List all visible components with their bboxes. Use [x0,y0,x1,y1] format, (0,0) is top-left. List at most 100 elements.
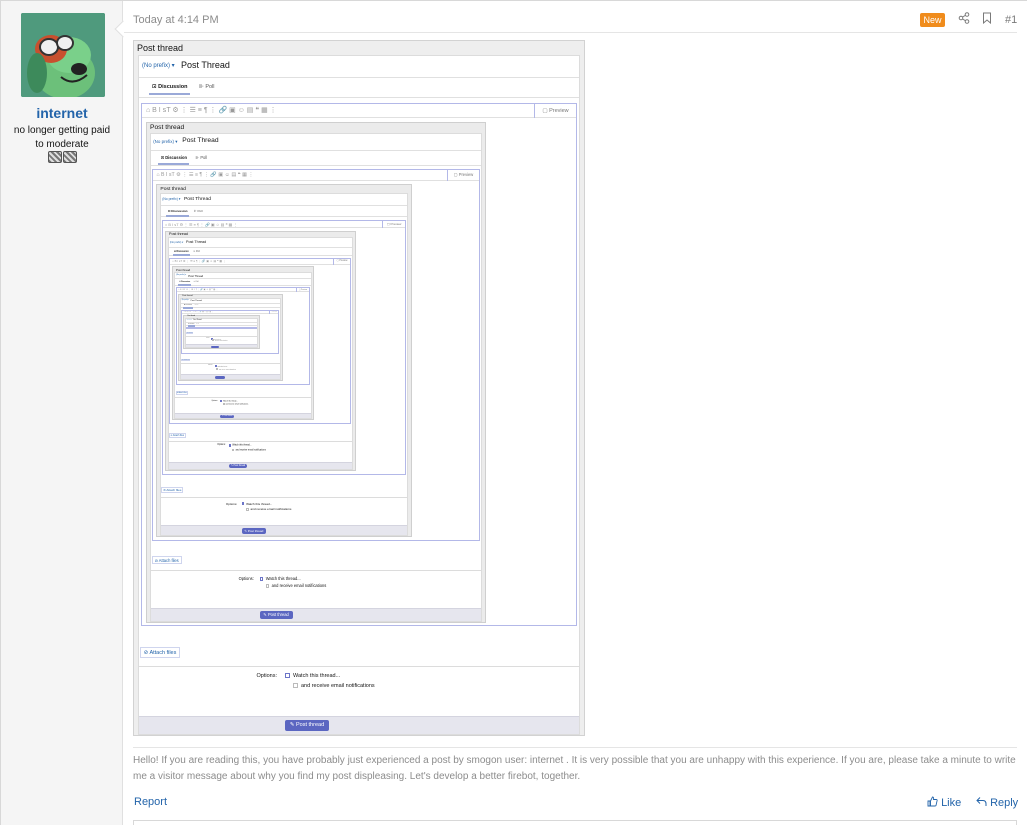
rich-text-editor[interactable]: ⌂ B I ꜱT ⚙ ⋮ ☰ ≡ ¶ ⋮ 🔗 ▣ ☺ ▤ ❝ ▦ ⋮▢ Prev… [175,287,310,385]
like-label: Like [941,797,962,809]
email-notifications-checkbox[interactable]: and receive email notifications [222,403,248,406]
tab-poll[interactable]: ⊪ Poll [196,155,208,160]
prefix-dropdown[interactable]: (No prefix) ▾ [182,300,189,301]
thread-title-input[interactable]: Post Thread [182,137,218,144]
divider [133,747,1017,748]
tab-poll[interactable]: ⊪ Poll [194,281,199,283]
post-thread-submit-button[interactable]: ✎ Post thread [210,345,219,348]
editor-toolbar[interactable]: ⌂ B I ꜱT ⚙ ⋮ ☰ ≡ ¶ ⋮ 🔗 ▣ ☺ ▤ ❝ ▦ ⋮ [170,259,351,265]
post-thread-submit-button[interactable]: ✎ Post thread [214,376,225,379]
thread-title-row[interactable]: (No prefix) ▾ Post Thread [139,56,579,78]
thread-title-row[interactable]: (No prefix) ▾ Post Thread [175,273,311,280]
prefix-dropdown[interactable]: (No prefix) ▾ [170,241,183,244]
username[interactable]: internet [1,105,123,121]
attach-files-button[interactable]: ⊘ Attach files [186,332,194,335]
preview-button[interactable]: ▢ Preview [332,258,350,265]
attach-files-button[interactable]: ⊘ Attach files [169,433,186,438]
tab-discussion[interactable]: ⊡ Discussion [172,250,190,257]
attach-files-button[interactable]: ⊘ Attach files [140,647,180,658]
rich-text-editor[interactable]: ⌂ B I ꜱT ⚙ ⋮ ☰ ≡ ¶ ⋮ 🔗 ▣ ☺ ▤ ❝ ▦ ⋮▢ Prev… [169,257,352,425]
post-thread-submit-button[interactable]: ✎ Post thread [228,463,248,469]
form-body: (No prefix) ▾Post Thread⊡ Discussion⊪ Po… [185,318,258,349]
attach-files-button[interactable]: ⊘ Attach files [175,391,188,395]
thread-title-input[interactable]: Post Thread [188,274,203,278]
preview-button[interactable]: ▢ Preview [447,170,478,181]
thread-title-input[interactable]: Post Thread [193,320,201,321]
tab-poll[interactable]: ⊪ Poll [195,305,199,306]
post-thread-submit-button[interactable]: ✎ Post thread [241,527,267,534]
attach-files-button[interactable]: ⊘ Attach files [181,358,191,362]
watch-thread-checkbox[interactable]: Watch this thread... [228,444,252,447]
thread-title-input[interactable]: Post Thread [191,300,202,302]
thread-title-row[interactable]: (No prefix) ▾ Post Thread [160,194,408,206]
post-thread-submit-button[interactable]: ✎ Post thread [220,414,234,419]
thread-title-row[interactable]: (No prefix) ▾ Post Thread [150,134,482,151]
post-timestamp[interactable]: Today at 4:14 PM [133,14,219,26]
preview-button[interactable]: ▢ Preview [296,288,309,293]
prefix-dropdown[interactable]: (No prefix) ▾ [142,62,175,69]
email-notifications-checkbox[interactable]: and receive email notifications [232,448,266,451]
rich-text-editor[interactable]: ⌂ B I ꜱT ⚙ ⋮ ☰ ≡ ¶ ⋮ 🔗 ▣ ☺ ▤ ❝ ▦ ⋮▢ Prev… [141,103,577,626]
rich-text-editor[interactable]: ⌂ B I ꜱT ⚙ ⋮ ☰ ≡ ¶ ⋮ 🔗 ▣ ☺ ▤ ❝ ▦ ⋮▢ Prev… [186,327,257,330]
editor-toolbar[interactable]: ⌂ B I ꜱT ⚙ ⋮ ☰ ≡ ¶ ⋮ 🔗 ▣ ☺ ▤ ❝ ▦ ⋮ [153,170,479,181]
tab-discussion[interactable]: ⊡ Discussion [183,305,193,309]
reply-button[interactable]: Reply [976,796,1018,809]
thread-title-row[interactable]: (No prefix) ▾ Post Thread [186,319,257,323]
watch-thread-checkbox[interactable]: Watch this thread... [259,576,301,581]
editor-toolbar[interactable]: ⌂ B I ꜱT ⚙ ⋮ ☰ ≡ ¶ ⋮ 🔗 ▣ ☺ ▤ ❝ ▦ ⋮ [162,221,406,229]
tab-poll[interactable]: ⊪ Poll [194,209,203,213]
email-notifications-checkbox[interactable]: and receive email notifications [293,683,375,689]
prefix-dropdown[interactable]: (No prefix) ▾ [162,197,180,201]
editor-tabs: ⊡ Discussion ⊪ Poll [150,154,482,166]
like-button[interactable]: Like [927,796,961,809]
editor-toolbar[interactable]: ⌂ B I ꜱT ⚙ ⋮ ☰ ≡ ¶ ⋮ 🔗 ▣ ☺ ▤ ❝ ▦ ⋮ [142,104,576,118]
thread-title-input[interactable]: Post Thread [181,60,230,70]
user-pane: internet no longer getting paid to moder… [1,1,123,825]
tab-discussion[interactable]: ⊡ Discussion [166,209,190,217]
prefix-dropdown[interactable]: (No prefix) ▾ [153,139,177,145]
rich-text-editor[interactable]: ⌂ B I ꜱT ⚙ ⋮ ☰ ≡ ¶ ⋮ 🔗 ▣ ☺ ▤ ❝ ▦ ⋮▢ Prev… [152,169,480,541]
thread-title-row[interactable]: (No prefix) ▾ Post Thread [181,299,280,304]
email-notifications-checkbox[interactable]: and receive email notifications [212,339,227,342]
email-notifications-checkbox[interactable]: and receive email notifications [265,583,326,588]
post-number[interactable]: #1 [1005,14,1017,26]
share-icon[interactable] [957,12,971,26]
email-notifications-checkbox[interactable]: and receive email notifications [246,507,291,511]
thumbs-up-icon [927,796,938,807]
preview-button[interactable]: ▢ Preview [268,310,279,314]
preview-button[interactable]: ▢ Preview [534,104,576,118]
preview-button[interactable]: ▢ Preview [248,328,255,329]
watch-thread-checkbox[interactable]: Watch this thread... [241,502,272,506]
editor-toolbar[interactable]: ⌂ B I ꜱT ⚙ ⋮ ☰ ≡ ¶ ⋮ 🔗 ▣ ☺ ▤ ❝ ▦ ⋮ [176,288,309,293]
post-thread-submit-button[interactable]: ✎ Post thread [285,720,329,731]
avatar[interactable] [21,13,105,97]
preview-button[interactable]: ▢ Preview [381,220,405,229]
thread-title-input[interactable]: Post Thread [184,196,211,202]
tab-discussion[interactable]: ⊡ Discussion [158,155,190,165]
bookmark-icon[interactable] [980,12,994,26]
tab-poll[interactable]: ⊪ Poll [196,324,199,325]
tab-discussion[interactable]: ⊡ Discussion [149,84,191,95]
report-link[interactable]: Report [134,796,167,808]
rich-text-editor[interactable]: ⌂ B I ꜱT ⚙ ⋮ ☰ ≡ ¶ ⋮ 🔗 ▣ ☺ ▤ ❝ ▦ ⋮▢ Prev… [161,219,407,476]
tab-poll[interactable]: ⊪ Poll [193,250,199,253]
editor-tabs: ⊡ Discussion ⊪ Poll [139,82,579,98]
prefix-dropdown[interactable]: (No prefix) ▾ [176,274,186,276]
badge-icon [63,151,77,163]
editor-tabs: ⊡ Discussion⊪ Poll [175,281,311,287]
watch-thread-checkbox[interactable]: Watch this thread... [285,673,340,679]
attach-files-button[interactable]: ⊘ Attach files [161,486,184,493]
watch-thread-checkbox[interactable]: Watch this thread... [220,400,238,403]
editor-toolbar[interactable]: ⌂ B I ꜱT ⚙ ⋮ ☰ ≡ ¶ ⋮ 🔗 ▣ ☺ ▤ ❝ ▦ ⋮ [187,328,255,329]
embedded-screenshot[interactable]: Post thread (No prefix) ▾ Post Thread ⊡ Dis… [133,40,585,736]
tab-poll[interactable]: ⊪ Poll [199,84,215,90]
rich-text-editor[interactable]: ⌂ B I ꜱT ⚙ ⋮ ☰ ≡ ¶ ⋮ 🔗 ▣ ☺ ▤ ❝ ▦ ⋮▢ Prev… [181,309,280,354]
form-header: Post thread [168,232,188,237]
tab-discussion[interactable]: ⊡ Discussion [178,281,192,287]
thread-title-input[interactable]: Post Thread [186,240,206,244]
post-thread-submit-button[interactable]: ✎ Post thread [259,610,293,620]
prefix-dropdown[interactable]: (No prefix) ▾ [187,320,193,321]
attach-files-button[interactable]: ⊘ Attach files [151,556,182,565]
email-notifications-checkbox[interactable]: and receive email notifications [216,367,236,370]
thread-title-row[interactable]: (No prefix) ▾ Post Thread [168,238,353,248]
